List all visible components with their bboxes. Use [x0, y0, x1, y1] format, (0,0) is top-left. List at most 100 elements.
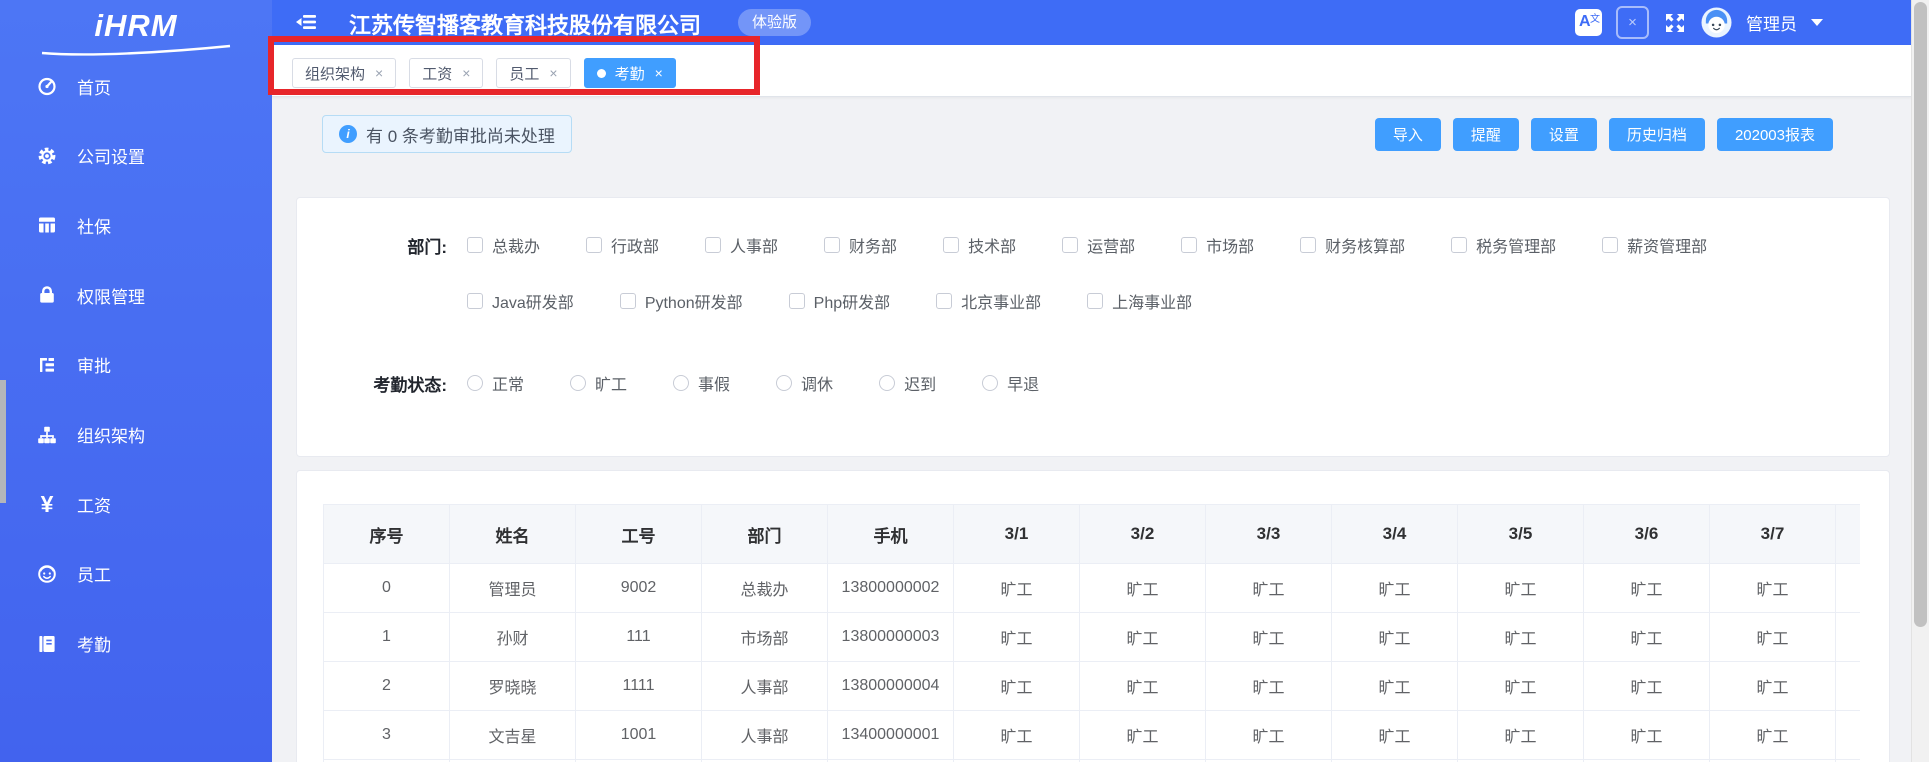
- column-header: 3/7: [1709, 504, 1836, 564]
- fullscreen-icon[interactable]: [1663, 11, 1687, 35]
- sidebar-scrollbar-thumb[interactable]: [0, 380, 6, 503]
- close-icon[interactable]: ×: [655, 65, 663, 81]
- checkbox-icon: [936, 293, 953, 309]
- page-scrollbar-thumb[interactable]: [1914, 2, 1927, 627]
- checkbox-icon: [1451, 237, 1468, 253]
- department-checkbox-0[interactable]: 总裁办: [467, 233, 540, 257]
- dashboard-icon: [35, 74, 59, 98]
- page-scrollbar-track[interactable]: [1911, 0, 1929, 762]
- status-radio-3[interactable]: 调休: [776, 371, 833, 395]
- table-cell: 旷工: [1583, 710, 1710, 760]
- option-label: Php研发部: [813, 295, 891, 312]
- table-cell: 旷工: [1583, 661, 1710, 711]
- column-header: 3/1: [953, 504, 1080, 564]
- sidebar-item-home[interactable]: 首页: [0, 66, 272, 106]
- close-icon[interactable]: ×: [375, 65, 383, 81]
- column-header: 3/6: [1583, 504, 1710, 564]
- table-cell: 111: [575, 612, 702, 662]
- tree-list-icon: [35, 353, 59, 377]
- table-row[interactable]: 1 孙财 111 市场部 13800000003 旷工 旷工 旷工 旷工 旷工 旷工 旷工: [323, 612, 1860, 662]
- alert-text: 有 0 条考勤审批尚未处理: [366, 126, 555, 146]
- department-checkbox-2[interactable]: 人事部: [705, 233, 778, 257]
- table-cell: 旷工: [1709, 661, 1836, 711]
- tab-attendance[interactable]: 考勤 ×: [583, 58, 676, 88]
- department-checkbox-r2-2[interactable]: Php研发部: [788, 289, 891, 313]
- sidebar-item-label: 员工: [77, 566, 111, 586]
- chevron-down-icon[interactable]: [1811, 19, 1823, 26]
- department-checkbox-1[interactable]: 行政部: [586, 233, 659, 257]
- checkbox-icon: [824, 237, 841, 253]
- sidebar-item-approvals[interactable]: 审批: [0, 345, 272, 385]
- status-radio-4[interactable]: 迟到: [879, 371, 936, 395]
- sidebar-item-salary[interactable]: ¥ 工资: [0, 484, 272, 524]
- department-checkbox-4[interactable]: 技术部: [943, 233, 1016, 257]
- sidebar-item-label: 首页: [77, 78, 111, 98]
- collapse-menu-icon[interactable]: [293, 9, 319, 40]
- sidebar-item-org-structure[interactable]: 组织架构: [0, 415, 272, 455]
- import-button[interactable]: 导入: [1374, 118, 1441, 151]
- status-radio-1[interactable]: 旷工: [570, 371, 627, 395]
- sidebar-item-label: 组织架构: [77, 427, 145, 446]
- status-radio-2[interactable]: 事假: [673, 371, 730, 395]
- table-cell: 人事部: [701, 661, 828, 711]
- report-202003-button[interactable]: 202003报表: [1716, 118, 1833, 151]
- broken-image-icon[interactable]: ×: [1616, 6, 1649, 39]
- sidebar-item-social-security[interactable]: 社保: [0, 205, 272, 245]
- department-checkbox-r2-4[interactable]: 上海事业部: [1087, 289, 1192, 313]
- department-checkbox-6[interactable]: 市场部: [1181, 233, 1254, 257]
- table-row[interactable]: 3 文吉星 1001 人事部 13400000001 旷工 旷工 旷工 旷工 旷工 旷工 旷工: [323, 710, 1860, 760]
- department-checkbox-3[interactable]: 财务部: [824, 233, 897, 257]
- option-label: 财务部: [849, 239, 898, 256]
- translate-icon[interactable]: A文: [1575, 9, 1602, 36]
- tab-salary[interactable]: 工资 ×: [409, 58, 484, 88]
- tab-employees[interactable]: 员工 ×: [496, 58, 571, 88]
- table-cell: 旷工: [1709, 612, 1836, 662]
- info-icon: i: [339, 125, 357, 143]
- option-label: 正常: [492, 377, 525, 394]
- close-icon[interactable]: ×: [549, 65, 557, 81]
- table-cell: 13800000004: [827, 661, 954, 711]
- radio-icon: [570, 375, 587, 391]
- close-icon[interactable]: ×: [462, 65, 470, 81]
- option-label: 人事部: [730, 239, 779, 256]
- department-checkbox-r2-1[interactable]: Python研发部: [619, 289, 743, 313]
- face-icon: [35, 562, 59, 586]
- option-label: Java研发部: [492, 295, 574, 312]
- attendance-table: 序号 姓名 工号 部门 手机 3/1 3/2 3/3 3/4 3/5 3/6 3/7 0 管理员 9002…: [323, 504, 1860, 762]
- department-checkbox-9[interactable]: 薪资管理部: [1602, 233, 1707, 257]
- user-name[interactable]: 管理员: [1746, 10, 1797, 35]
- table-row[interactable]: 2 罗晓晓 1111 人事部 13800000004 旷工 旷工 旷工 旷工 旷工 旷工 旷工: [323, 661, 1860, 711]
- status-radio-0[interactable]: 正常: [467, 371, 524, 395]
- sidebar-item-attendance[interactable]: 考勤: [0, 624, 272, 664]
- table-row[interactable]: 0 管理员 9002 总裁办 13800000002 旷工 旷工 旷工 旷工 旷工 旷工 旷工: [323, 563, 1860, 613]
- department-checkbox-r2-3[interactable]: 北京事业部: [936, 289, 1041, 313]
- grid-icon: [35, 213, 59, 237]
- status-radio-5[interactable]: 早退: [982, 371, 1039, 395]
- sidebar: iHRM 首页公司设置社保权限管理审批组织架构 ¥ 工资员工考勤: [0, 0, 272, 762]
- department-row-1: 总裁办 行政部 人事部 财务部 技术部 运营部 市场部 财务核算部 税务管理部 薪资管理部: [467, 233, 1753, 257]
- department-checkbox-r2-0[interactable]: Java研发部: [467, 289, 574, 313]
- sidebar-item-company-settings[interactable]: 公司设置: [0, 136, 272, 176]
- table-cell: 旷工: [1079, 612, 1206, 662]
- sidebar-item-permissions[interactable]: 权限管理: [0, 275, 272, 315]
- department-checkbox-7[interactable]: 财务核算部: [1300, 233, 1405, 257]
- app-logo[interactable]: iHRM: [0, 4, 272, 56]
- settings-button[interactable]: 设置: [1530, 118, 1597, 151]
- table-cell: 旷工: [1079, 710, 1206, 760]
- column-header: 3/2: [1079, 504, 1206, 564]
- sidebar-item-employees[interactable]: 员工: [0, 554, 272, 594]
- checkbox-icon: [467, 237, 483, 253]
- remind-button[interactable]: 提醒: [1452, 118, 1519, 151]
- radio-icon: [776, 375, 793, 391]
- department-checkbox-5[interactable]: 运营部: [1062, 233, 1135, 257]
- history-archive-button[interactable]: 历史归档: [1608, 118, 1705, 151]
- option-label: 行政部: [611, 239, 660, 256]
- table-cell: 市场部: [701, 612, 828, 662]
- user-avatar[interactable]: [1701, 7, 1732, 38]
- department-checkbox-8[interactable]: 税务管理部: [1451, 233, 1556, 257]
- table-cell: 旷工: [1331, 563, 1458, 613]
- option-label: 运营部: [1087, 239, 1136, 256]
- table-cell: 3: [323, 710, 450, 760]
- tab-org-structure[interactable]: 组织架构 ×: [292, 58, 397, 88]
- table-cell: 旷工: [1205, 612, 1332, 662]
